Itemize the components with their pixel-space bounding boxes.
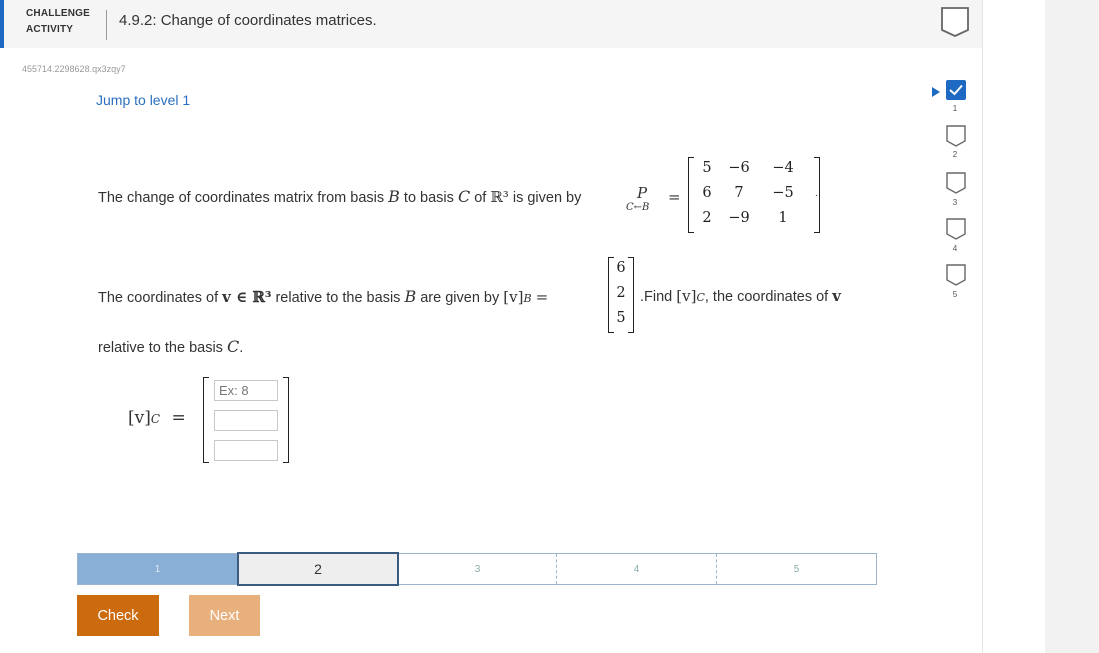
r3-symbol: ℝ³ <box>490 188 509 206</box>
v-in-r3: v ∈ ℝ³ <box>222 288 272 306</box>
problem-line-2-end: .Find [v]C, the coordinates of v <box>640 287 841 305</box>
answer-input-2[interactable] <box>214 410 278 431</box>
level-3-label: 3 <box>952 198 958 207</box>
matrix-p-cell: 7 <box>734 185 744 201</box>
p-symbol: P <box>637 184 648 202</box>
text: relative to the basis <box>271 290 405 306</box>
v-symbol: v <box>832 287 841 305</box>
equals-sign: = <box>171 408 186 428</box>
vector-b-cell: 2 <box>616 285 626 301</box>
text: relative to the basis <box>98 340 227 356</box>
text: of <box>470 190 491 206</box>
basis-c: C <box>457 187 471 206</box>
progress-segment-1[interactable]: 1 <box>78 554 237 584</box>
equals-sign: = <box>535 288 549 306</box>
text: to basis <box>399 190 458 206</box>
text: are given by <box>416 290 504 306</box>
level-progress-bar: 1 2 3 4 5 <box>77 552 877 586</box>
problem-line-3: relative to the basis C. <box>98 337 243 356</box>
progress-segment-3[interactable]: 3 <box>399 554 556 584</box>
matrix-p-cell: −9 <box>728 210 750 226</box>
basis-b: B <box>388 187 400 206</box>
activity-header: CHALLENGE ACTIVITY 4.9.2: Change of coor… <box>0 0 982 48</box>
level-4-label: 4 <box>952 244 958 253</box>
period: . <box>815 188 818 199</box>
progress-segment-2[interactable]: 2 <box>237 552 399 586</box>
level-4-checkbox-icon[interactable] <box>946 218 966 240</box>
subscript-b: B <box>523 292 532 305</box>
p-subscript: C←B <box>626 202 650 213</box>
matrix-p-cell: 5 <box>702 160 712 176</box>
basis-c: C <box>226 337 240 356</box>
level-5-label: 5 <box>952 290 958 299</box>
matrix-p: 5 −6 −4 6 7 −5 2 −9 1 <box>688 157 820 233</box>
jump-to-level-link[interactable]: Jump to level 1 <box>96 92 190 108</box>
v-bracket: [v] <box>503 288 524 306</box>
badge-line1: CHALLENGE <box>26 8 91 19</box>
check-button[interactable]: Check <box>77 595 159 636</box>
level-2-label: 2 <box>952 150 958 159</box>
subscript-c: C <box>150 412 161 426</box>
level-3-checkbox-icon[interactable] <box>946 172 966 194</box>
text: .Find <box>640 289 677 305</box>
text: . <box>239 340 244 356</box>
challenge-badge: CHALLENGE ACTIVITY <box>26 6 90 38</box>
level-5-checkbox-icon[interactable] <box>946 264 966 286</box>
matrix-p-cell: −5 <box>772 185 794 201</box>
change-of-basis-symbol: P C←B <box>624 184 664 214</box>
completion-checkbox-icon <box>941 7 969 37</box>
text: , the coordinates of <box>704 289 833 305</box>
badge-divider <box>106 10 107 40</box>
level-2-checkbox-icon[interactable] <box>946 125 966 147</box>
matrix-p-cell: −6 <box>728 160 750 176</box>
badge-line2: ACTIVITY <box>26 24 74 35</box>
level-1-label: 1 <box>952 104 958 113</box>
v-bracket: [v] <box>676 287 697 305</box>
matrix-p-cell: −4 <box>772 160 794 176</box>
activity-title: 4.9.2: Change of coordinates matrices. <box>119 12 377 29</box>
progress-segment-4[interactable]: 4 <box>556 554 716 584</box>
vector-b-cell: 5 <box>616 310 626 326</box>
matrix-p-cell: 2 <box>702 210 712 226</box>
next-button[interactable]: Next <box>189 595 260 636</box>
answer-label: [v]C = <box>128 408 186 428</box>
basis-b: B <box>404 287 417 306</box>
vector-b: 6 2 5 <box>608 257 634 333</box>
text: The change of coordinates matrix from ba… <box>98 190 389 206</box>
vector-b-cell: 6 <box>616 260 626 276</box>
activity-id: 455714.2298628.qx3zqy7 <box>22 64 126 74</box>
current-level-arrow-icon <box>932 87 940 97</box>
text: is given by <box>508 190 582 206</box>
answer-input-3[interactable] <box>214 440 278 461</box>
problem-line-2: The coordinates of v ∈ ℝ³ relative to th… <box>98 287 548 306</box>
matrix-p-cell: 6 <box>702 185 712 201</box>
matrix-p-cell: 1 <box>778 210 788 226</box>
page-margin <box>1045 0 1099 653</box>
left-bracket <box>203 377 209 463</box>
right-bracket <box>283 377 289 463</box>
problem-line-1: The change of coordinates matrix from ba… <box>98 187 581 206</box>
answer-input-1[interactable] <box>214 380 278 401</box>
subscript-c: C <box>696 291 705 304</box>
level-1-checked-icon[interactable] <box>946 80 966 100</box>
text: The coordinates of <box>98 290 223 306</box>
equals-sign: = <box>668 188 681 206</box>
level-sidebar <box>982 0 1046 653</box>
v-bracket: [v] <box>128 408 151 428</box>
progress-segment-5[interactable]: 5 <box>716 554 876 584</box>
